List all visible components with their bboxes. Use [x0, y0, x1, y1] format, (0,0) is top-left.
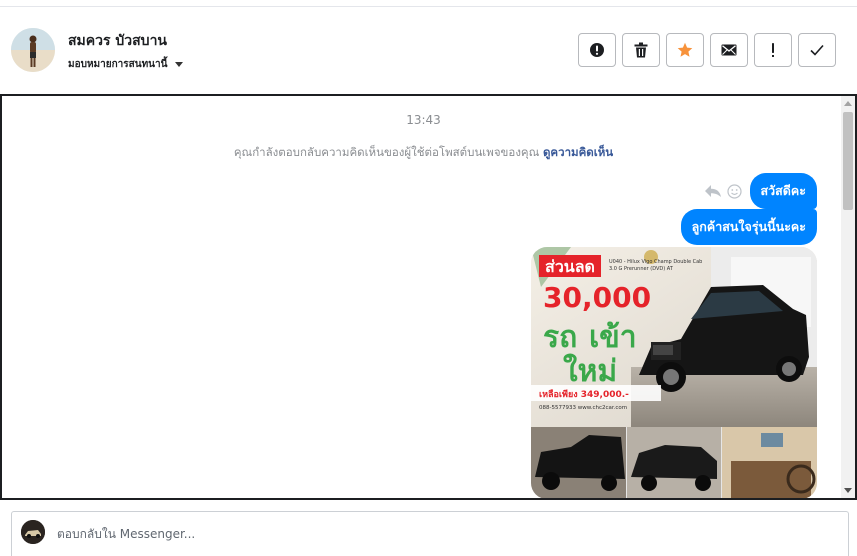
view-comment-link[interactable]: ดูความคิดเห็น	[543, 145, 613, 159]
reply-input[interactable]: ตอบกลับใน Messenger...	[57, 525, 195, 544]
conversation-header: สมควร บัวสบาน มอบหมายการสนทนานี้	[0, 7, 857, 93]
contact-name: สมควร บัวสบาน	[68, 33, 168, 49]
conversation-toolbar	[578, 33, 836, 67]
message-row: สวัสดีคะ	[704, 173, 817, 209]
reply-icon[interactable]	[704, 184, 722, 198]
assign-conversation-dropdown[interactable]: มอบหมายการสนทนานี้	[68, 57, 184, 72]
scroll-down-arrow-icon[interactable]	[844, 488, 852, 493]
exclamation-icon	[772, 43, 774, 57]
delete-button[interactable]	[622, 33, 660, 67]
emoji-icon[interactable]	[726, 183, 742, 199]
caret-down-icon	[175, 62, 184, 67]
outgoing-message-bubble[interactable]: สวัสดีคะ	[749, 173, 817, 209]
assign-label: มอบหมายการสนทนานี้	[68, 59, 168, 70]
model-line-1: U040 - Hilux Vigo Champ Double Cab	[609, 259, 702, 265]
star-button[interactable]	[666, 33, 704, 67]
headline-line-1: รถ	[543, 320, 577, 355]
follow-up-button[interactable]	[754, 33, 792, 67]
headline-line-2: เข้า	[589, 320, 637, 355]
model-line-2: 3.0 G Prerunner (DVD) AT	[609, 266, 674, 272]
thread-scrollbar[interactable]	[841, 96, 855, 498]
mark-spam-button[interactable]	[578, 33, 616, 67]
check-icon	[810, 44, 824, 56]
mark-unread-button[interactable]	[710, 33, 748, 67]
discount-amount-text: 30,000	[543, 281, 651, 314]
outgoing-message-bubble[interactable]: ลูกค้าสนใจรุ่นนี้นะคะ	[680, 209, 817, 245]
page-avatar	[21, 520, 45, 544]
comment-reply-notice: คุณกำลังตอบกลับความคิดเห็นของผู้ใช้ต่อโพ…	[2, 144, 845, 162]
contact-avatar[interactable]	[11, 28, 55, 72]
message-timestamp: 13:43	[406, 113, 441, 127]
headline-line-3: ใหม่	[563, 353, 617, 389]
price-text: เหลือเพียง 349,000.-	[539, 388, 629, 400]
notice-text: คุณกำลังตอบกลับความคิดเห็นของผู้ใช้ต่อโพ…	[233, 145, 540, 159]
alert-circle-icon	[590, 43, 604, 57]
message-thread[interactable]: 13:43 คุณกำลังตอบกลับความคิดเห็นของผู้ใช…	[0, 94, 857, 500]
discount-badge-text: ส่วนลด	[545, 257, 595, 276]
star-icon	[677, 42, 693, 57]
trash-icon	[634, 42, 648, 58]
envelope-icon	[721, 44, 737, 56]
scrollbar-thumb[interactable]	[843, 112, 853, 210]
shared-image-attachment[interactable]: ส่วนลด U040 - Hilux Vigo Champ Double Ca…	[531, 247, 817, 498]
reply-composer[interactable]: ตอบกลับใน Messenger...	[11, 511, 849, 556]
done-button[interactable]	[798, 33, 836, 67]
message-actions	[704, 183, 742, 199]
scroll-up-arrow-icon[interactable]	[844, 101, 852, 106]
contact-text: 088-5577933 www.chc2car.com	[539, 405, 627, 411]
